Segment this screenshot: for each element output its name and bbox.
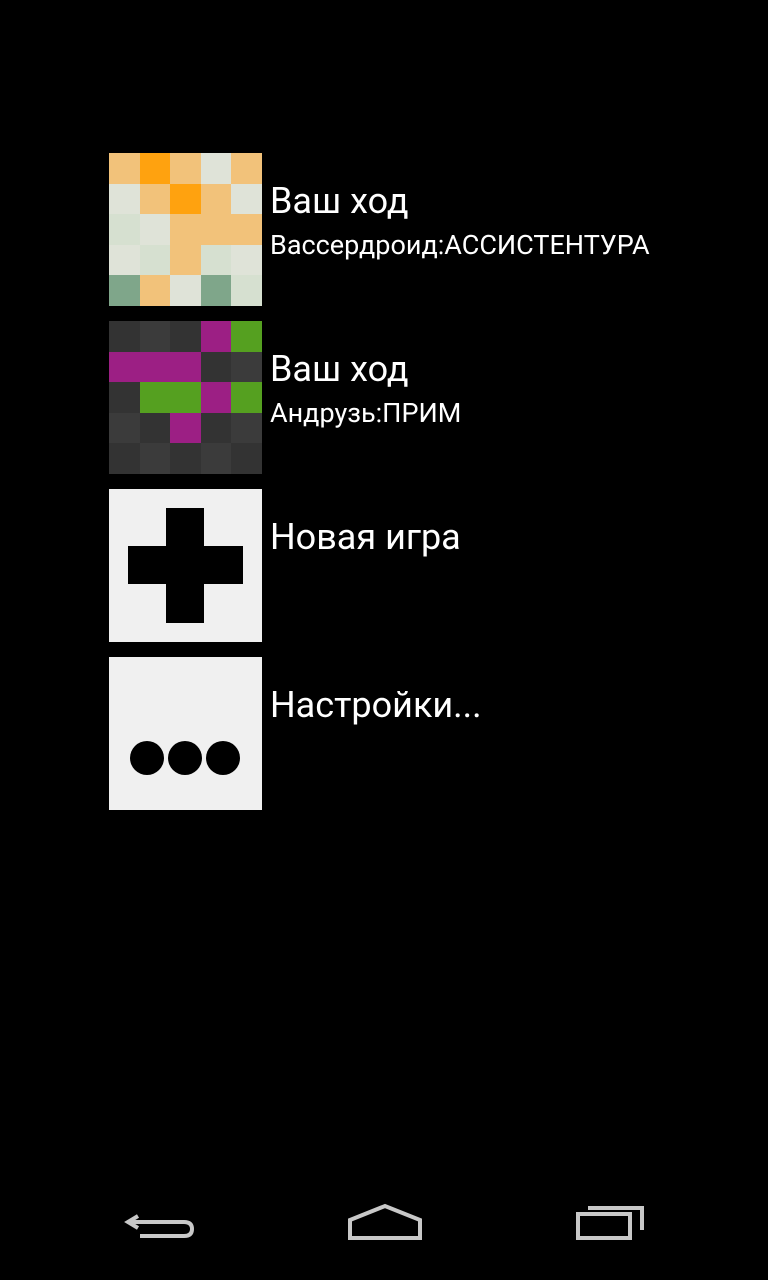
board-tile bbox=[170, 244, 201, 276]
board-tile bbox=[139, 351, 171, 383]
board-tile bbox=[170, 382, 201, 413]
board-tile bbox=[200, 443, 232, 474]
board-tile bbox=[231, 153, 262, 184]
game-list: Ваш ход Вассердроид:АССИСТЕНТУРА Ваш ход… bbox=[109, 153, 729, 825]
board-tile bbox=[139, 443, 171, 474]
game-item-text: Ваш ход Вассердроид:АССИСТЕНТУРА bbox=[270, 153, 650, 265]
board-tile bbox=[139, 183, 171, 215]
board-tile bbox=[109, 275, 140, 306]
settings-item[interactable]: Настройки... bbox=[109, 657, 729, 810]
board-tile bbox=[231, 321, 262, 352]
game-status: Ваш ход bbox=[270, 180, 409, 222]
board-tile bbox=[139, 275, 171, 306]
board-tile bbox=[200, 412, 232, 444]
board-tile bbox=[200, 321, 232, 352]
board-tile bbox=[170, 183, 201, 215]
game-board-thumbnail bbox=[109, 153, 262, 306]
board-tile bbox=[200, 351, 232, 383]
back-button[interactable] bbox=[118, 1198, 208, 1258]
board-tile bbox=[231, 351, 262, 383]
new-game-item[interactable]: Новая игра bbox=[109, 489, 729, 642]
board-tile bbox=[231, 183, 262, 215]
recents-button[interactable] bbox=[568, 1198, 658, 1258]
board-tile bbox=[139, 412, 171, 444]
game-opponent-word: Вассердроид:АССИСТЕНТУРА bbox=[270, 229, 650, 261]
board-tile bbox=[200, 382, 232, 413]
board-tile bbox=[231, 412, 262, 444]
game-list-item[interactable]: Ваш ход Вассердроид:АССИСТЕНТУРА bbox=[109, 153, 729, 306]
recents-icon bbox=[576, 1206, 644, 1240]
board-tile bbox=[109, 412, 140, 444]
system-navigation-bar bbox=[0, 1184, 768, 1280]
board-tile bbox=[200, 214, 232, 245]
board-tile bbox=[139, 244, 171, 276]
more-dots-icon bbox=[109, 657, 262, 810]
board-tile bbox=[200, 275, 232, 306]
board-tile bbox=[200, 183, 232, 215]
board-tile bbox=[170, 443, 201, 474]
board-tile bbox=[139, 382, 171, 413]
board-tile bbox=[170, 275, 201, 306]
board-tile bbox=[170, 412, 201, 444]
back-icon bbox=[124, 1214, 195, 1238]
board-tile bbox=[109, 214, 140, 245]
game-list-item[interactable]: Ваш ход Андрузь:ПРИМ bbox=[109, 321, 729, 474]
home-icon bbox=[348, 1203, 422, 1240]
board-tile bbox=[109, 351, 140, 383]
board-tile bbox=[139, 214, 171, 245]
game-item-text: Ваш ход Андрузь:ПРИМ bbox=[270, 321, 461, 433]
board-tile bbox=[170, 321, 201, 352]
board-tile bbox=[200, 153, 232, 184]
board-tile bbox=[170, 153, 201, 184]
board-tile bbox=[200, 244, 232, 276]
board-tile bbox=[139, 321, 171, 352]
game-opponent-word: Андрузь:ПРИМ bbox=[270, 397, 462, 429]
board-tile bbox=[109, 183, 140, 215]
board-tile bbox=[170, 351, 201, 383]
board-tile bbox=[231, 214, 262, 245]
board-tile bbox=[109, 244, 140, 276]
plus-icon bbox=[109, 489, 262, 642]
board-tile bbox=[231, 244, 262, 276]
board-tile bbox=[170, 214, 201, 245]
game-status: Ваш ход bbox=[270, 348, 409, 390]
game-board-thumbnail bbox=[109, 321, 262, 474]
home-button[interactable] bbox=[340, 1198, 430, 1258]
board-tile bbox=[231, 382, 262, 413]
board-tile bbox=[139, 153, 171, 184]
board-tile bbox=[109, 321, 140, 352]
board-tile bbox=[109, 382, 140, 413]
settings-label: Настройки... bbox=[270, 684, 482, 726]
board-tile bbox=[109, 153, 140, 184]
board-tile bbox=[231, 275, 262, 306]
new-game-label: Новая игра bbox=[270, 516, 461, 558]
board-tile bbox=[109, 443, 140, 474]
board-tile bbox=[231, 443, 262, 474]
